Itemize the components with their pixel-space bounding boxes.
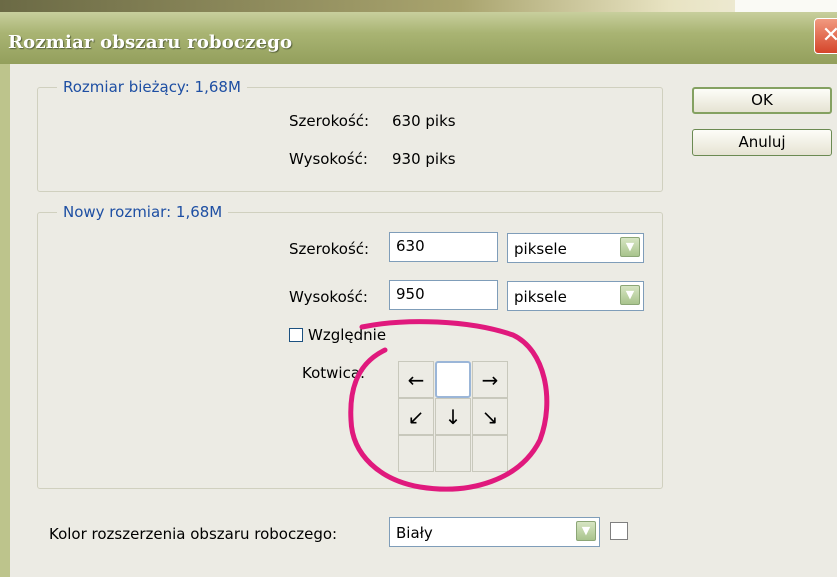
current-size-group	[37, 87, 663, 192]
anchor-cell-top-center[interactable]	[435, 361, 471, 398]
new-height-unit-value: piksele	[514, 288, 567, 306]
anchor-cell-top-right[interactable]: →	[472, 361, 508, 398]
anchor-cell-bottom-right[interactable]	[472, 435, 508, 472]
ok-button[interactable]: OK	[692, 87, 832, 114]
current-width-value: 630 piks	[392, 112, 456, 130]
anchor-label: Kotwica:	[302, 364, 366, 382]
anchor-cell-bottom-center[interactable]	[435, 435, 471, 472]
arrow-down-icon: ↓	[444, 404, 462, 429]
relative-label[interactable]: Względnie	[308, 326, 386, 344]
new-height-input[interactable]: 950	[389, 280, 498, 310]
extension-color-value: Biały	[396, 524, 433, 542]
close-button[interactable]: ✕	[814, 18, 837, 54]
new-width-input[interactable]: 630	[389, 232, 498, 262]
current-height-label: Wysokość:	[289, 150, 368, 168]
new-height-unit-select[interactable]: piksele ▼	[507, 281, 644, 311]
chevron-down-icon: ▼	[620, 285, 640, 305]
background-white-area	[735, 0, 837, 12]
arrow-right-icon: →	[481, 367, 499, 392]
extension-color-swatch[interactable]	[610, 522, 628, 540]
arrow-down-left-icon: ↙	[407, 404, 425, 429]
dialog-left-edge	[0, 64, 10, 577]
current-width-label: Szerokość:	[289, 112, 370, 130]
window-title: Rozmiar obszaru roboczego	[8, 32, 293, 53]
new-width-label: Szerokość:	[289, 240, 370, 258]
anchor-cell-middle-center[interactable]: ↓	[435, 398, 471, 435]
chevron-down-icon: ▼	[576, 521, 596, 541]
background-strip	[0, 0, 837, 12]
new-width-unit-select[interactable]: piksele ▼	[507, 233, 644, 263]
anchor-cell-middle-left[interactable]: ↙	[398, 398, 434, 435]
new-width-unit-value: piksele	[514, 240, 567, 258]
new-height-label: Wysokość:	[289, 288, 368, 306]
anchor-cell-top-left[interactable]: ←	[398, 361, 434, 398]
extension-color-label: Kolor rozszerzenia obszaru roboczego:	[49, 525, 338, 543]
anchor-cell-middle-right[interactable]: ↘	[472, 398, 508, 435]
title-bar: Rozmiar obszaru roboczego	[0, 12, 837, 64]
arrow-left-icon: ←	[407, 367, 425, 392]
close-icon: ✕	[821, 23, 837, 48]
relative-checkbox[interactable]	[289, 328, 303, 342]
anchor-cell-bottom-left[interactable]	[398, 435, 434, 472]
chevron-down-icon: ▼	[620, 237, 640, 257]
new-size-legend: Nowy rozmiar: 1,68M	[57, 203, 229, 221]
arrow-down-right-icon: ↘	[481, 404, 499, 429]
extension-color-select[interactable]: Biały ▼	[389, 517, 600, 547]
current-size-legend: Rozmiar bieżący: 1,68M	[57, 78, 247, 96]
current-height-value: 930 piks	[392, 150, 456, 168]
cancel-button[interactable]: Anuluj	[692, 129, 832, 156]
anchor-grid[interactable]: ← → ↙ ↓ ↘	[398, 361, 508, 472]
